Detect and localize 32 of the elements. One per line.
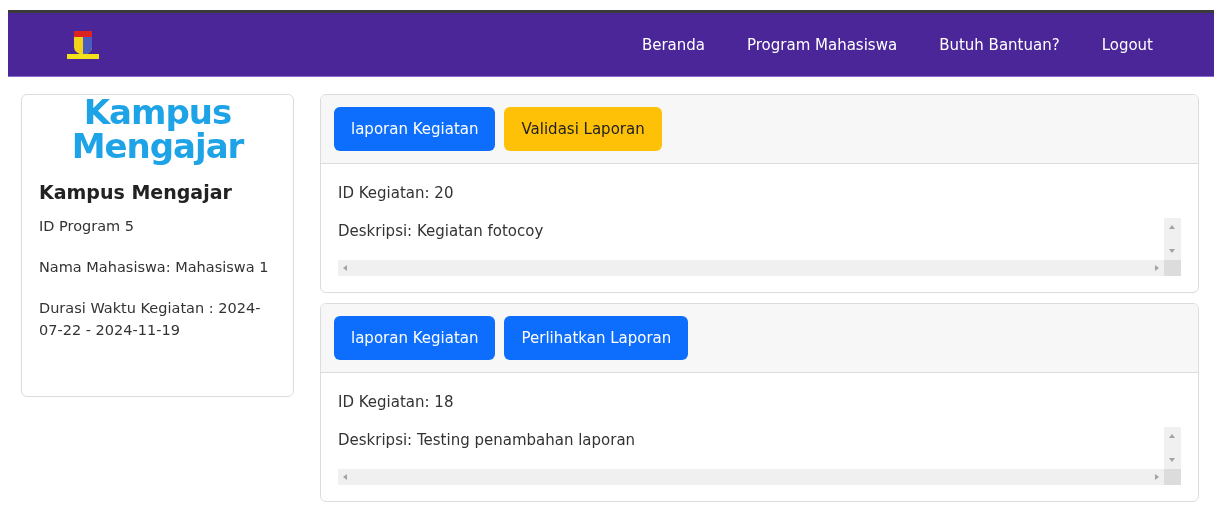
nav-link[interactable]: Logout xyxy=(1080,35,1174,54)
scroll-left-icon[interactable] xyxy=(342,474,348,480)
activity-id: ID Kegiatan: 20 xyxy=(338,184,455,202)
scroll-up-icon[interactable] xyxy=(1169,433,1175,439)
student-name: Nama Mahasiswa: Mahasiswa 1 xyxy=(39,258,270,277)
report-button[interactable]: Validasi Laporan xyxy=(504,107,662,151)
scroll-up-icon[interactable] xyxy=(1169,224,1175,230)
report-button[interactable]: laporan Kegiatan xyxy=(334,316,496,360)
activity-duration: Durasi Waktu Kegiatan : 2024-07-22 - 2024-11-19 xyxy=(39,299,262,340)
horizontal-scrollbar[interactable] xyxy=(338,469,1164,485)
scrollbar-corner xyxy=(1164,260,1181,276)
university-emblem-icon xyxy=(66,29,100,60)
scroll-right-icon[interactable] xyxy=(1154,265,1160,271)
scroll-left-icon[interactable] xyxy=(342,265,348,271)
program-title: Kampus Mengajar xyxy=(39,181,233,203)
activity-id: ID Kegiatan: 18 xyxy=(338,393,455,411)
scrollbar-corner xyxy=(1164,469,1181,485)
nav-link[interactable]: Butuh Bantuan? xyxy=(918,35,1081,54)
scroll-right-icon[interactable] xyxy=(1154,474,1160,480)
scroll-down-icon[interactable] xyxy=(1169,457,1175,463)
nav-link[interactable]: Program Mahasiswa xyxy=(726,35,919,54)
horizontal-scrollbar[interactable] xyxy=(338,260,1164,276)
report-button[interactable]: laporan Kegiatan xyxy=(334,107,496,151)
vertical-scrollbar[interactable] xyxy=(1164,427,1181,469)
nav-link[interactable]: Beranda xyxy=(620,35,726,54)
vertical-scrollbar[interactable] xyxy=(1164,218,1181,260)
scroll-down-icon[interactable] xyxy=(1169,248,1175,254)
kampus-mengajar-logo: Kampus Mengajar xyxy=(70,95,246,163)
activity-description: Deskripsi: Kegiatan fotocoy xyxy=(338,221,544,240)
report-button[interactable]: Perlihatkan Laporan xyxy=(504,316,689,360)
activity-description: Deskripsi: Testing penambahan laporan xyxy=(338,430,636,449)
program-id: ID Program 5 xyxy=(39,217,136,236)
